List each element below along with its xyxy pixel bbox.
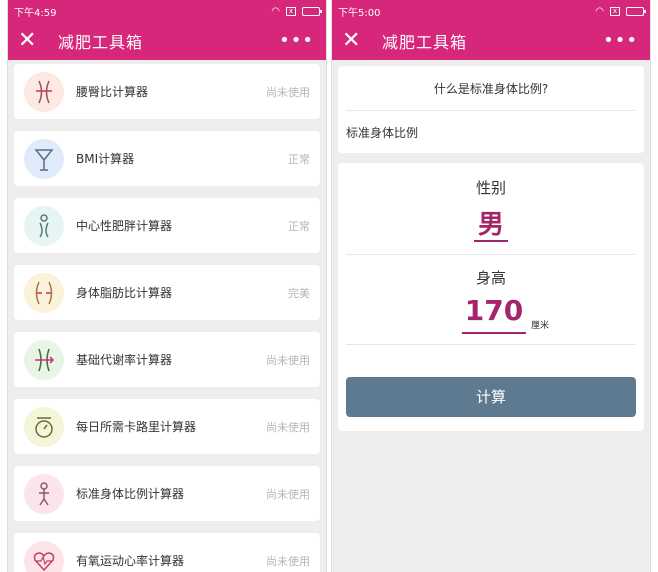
- tool-list-screen: 下午4:59 ◠ x ✕ 减肥工具箱 ••• 腰臀比计算器 尚未使用 BMI计算…: [7, 0, 327, 572]
- tool-status: 尚未使用: [266, 85, 310, 99]
- calculate-button[interactable]: 计算: [346, 377, 636, 417]
- heart-rate-icon: [24, 540, 64, 572]
- tool-name: 每日所需卡路里计算器: [76, 420, 197, 434]
- status-bar: 下午5:00 ◠ x: [332, 0, 650, 22]
- tool-name: 标准身体比例计算器: [76, 487, 185, 501]
- more-menu-button[interactable]: •••: [279, 22, 314, 60]
- height-unit: 厘米: [531, 321, 550, 331]
- tool-name: 有氧运动心率计算器: [76, 554, 185, 568]
- close-button[interactable]: ✕: [18, 22, 44, 60]
- tool-name: 中心性肥胖计算器: [76, 219, 173, 233]
- status-time: 下午4:59: [14, 7, 57, 19]
- status-bar: 下午4:59 ◠ x: [8, 0, 326, 22]
- body-icon: [24, 205, 64, 246]
- tool-item-bmi[interactable]: BMI计算器 正常: [14, 131, 320, 186]
- tool-status: 正常: [288, 152, 310, 166]
- tool-status: 完美: [288, 286, 310, 300]
- close-button[interactable]: ✕: [342, 22, 368, 60]
- app-bar: ✕ 减肥工具箱 •••: [8, 22, 326, 60]
- tool-list: 腰臀比计算器 尚未使用 BMI计算器 正常 中心性肥胖计算器 正常 身体脂肪比计…: [8, 60, 326, 572]
- tool-status: 尚未使用: [266, 554, 310, 568]
- page-title: 减肥工具箱: [382, 33, 468, 52]
- height-underline: [462, 332, 526, 334]
- scale-icon: [24, 138, 64, 179]
- status-icons: ◠ x: [271, 5, 322, 17]
- tool-item-aerobic-heart-rate[interactable]: 有氧运动心率计算器 尚未使用: [14, 533, 320, 572]
- info-subtitle: 标准身体比例: [346, 126, 419, 140]
- proportion-icon: [24, 473, 64, 514]
- wifi-icon: ◠: [595, 5, 604, 17]
- divider: [346, 344, 636, 345]
- waist-icon: [24, 71, 64, 112]
- tool-item-body-fat[interactable]: 身体脂肪比计算器 完美: [14, 265, 320, 320]
- tool-item-body-proportion[interactable]: 标准身体比例计算器 尚未使用: [14, 466, 320, 521]
- height-input[interactable]: 170: [462, 294, 526, 327]
- battery-icon: [626, 6, 646, 16]
- height-label: 身高: [475, 269, 506, 287]
- tool-name: 身体脂肪比计算器: [76, 286, 173, 300]
- tool-item-daily-calories[interactable]: 每日所需卡路里计算器 尚未使用: [14, 399, 320, 454]
- calorie-icon: [24, 406, 64, 447]
- gender-selector[interactable]: 男: [338, 204, 644, 241]
- info-question[interactable]: 什么是标准身体比例?: [346, 66, 636, 111]
- gender-label: 性别: [475, 179, 506, 197]
- sim-icon: x: [610, 6, 620, 16]
- sim-icon: x: [286, 6, 296, 16]
- body-proportion-screen: 下午5:00 ◠ x ✕ 减肥工具箱 ••• 什么是标准身体比例? 标准身体比例…: [331, 0, 651, 572]
- tool-status: 尚未使用: [266, 487, 310, 501]
- tool-status: 正常: [288, 219, 310, 233]
- app-bar: ✕ 减肥工具箱 •••: [332, 22, 650, 60]
- fat-icon: [24, 272, 64, 313]
- tool-status: 尚未使用: [266, 353, 310, 367]
- page-title: 减肥工具箱: [58, 33, 144, 52]
- tool-name: 腰臀比计算器: [76, 85, 149, 99]
- tool-status: 尚未使用: [266, 420, 310, 434]
- info-card: 什么是标准身体比例? 标准身体比例: [338, 66, 644, 153]
- more-menu-button[interactable]: •••: [603, 22, 638, 60]
- tool-name: BMI计算器: [76, 152, 135, 166]
- battery-icon: [302, 6, 322, 16]
- tool-item-metabolism[interactable]: 基础代谢率计算器 尚未使用: [14, 332, 320, 387]
- tool-name: 基础代谢率计算器: [76, 353, 173, 367]
- tool-item-waist-hip[interactable]: 腰臀比计算器 尚未使用: [14, 64, 320, 119]
- status-time: 下午5:00: [338, 7, 381, 19]
- wifi-icon: ◠: [271, 5, 280, 17]
- proportion-form: 性别 男 身高 170 厘米 计算: [338, 163, 644, 431]
- metabolism-icon: [24, 339, 64, 380]
- tool-item-central-obesity[interactable]: 中心性肥胖计算器 正常: [14, 198, 320, 253]
- status-icons: ◠ x: [595, 5, 646, 17]
